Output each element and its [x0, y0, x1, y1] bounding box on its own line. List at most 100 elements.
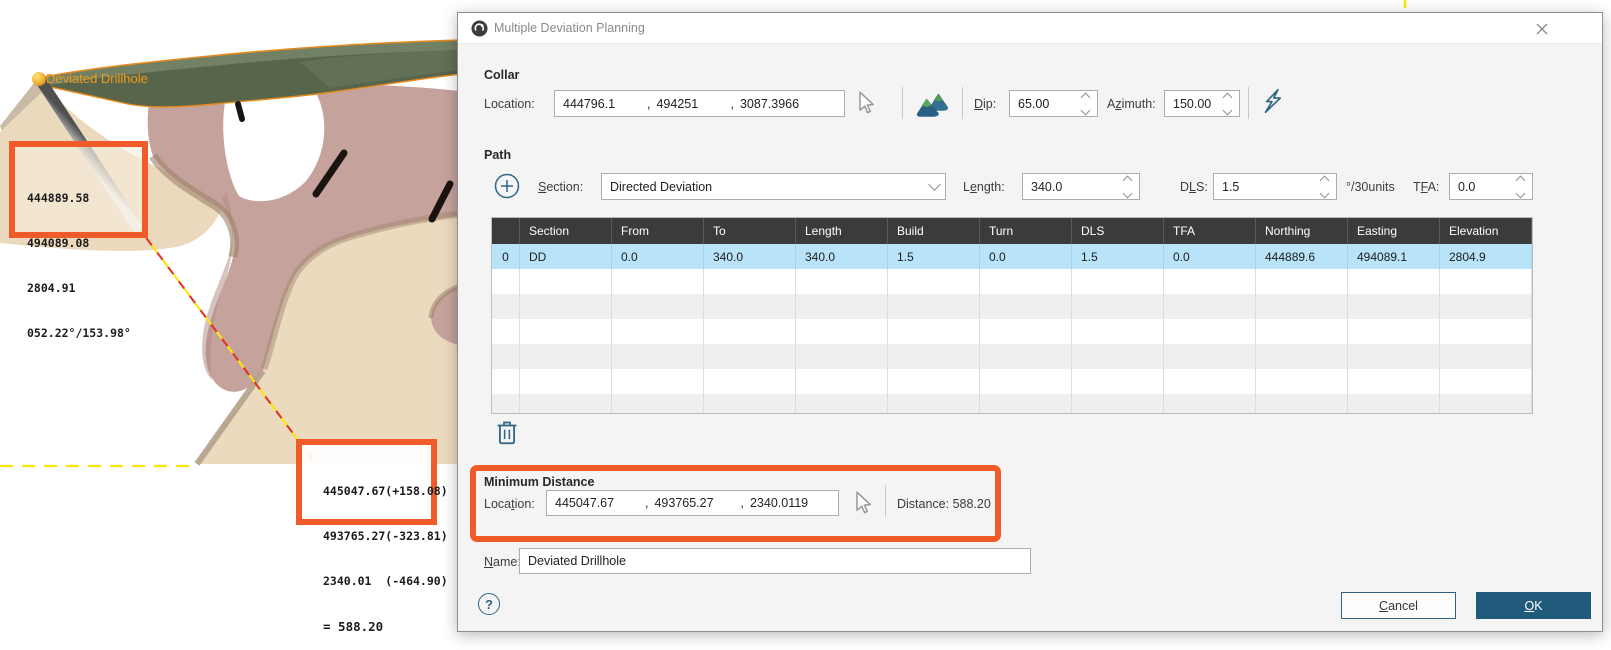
collar-x-value: 444796.1	[563, 97, 641, 111]
tfa-label: TFA:	[1413, 180, 1439, 194]
table-cell[interactable]: 1.5	[888, 244, 980, 269]
drillhole-label: Deviated Drillhole	[46, 71, 148, 86]
annotation-line: 445047.67(+158.08)	[323, 484, 431, 499]
path-table[interactable]: SectionFromToLengthBuildTurnDLSTFANorthi…	[491, 217, 1533, 414]
distance-value-label: Distance: 588.20	[897, 497, 991, 511]
table-cell[interactable]: 340.0	[796, 244, 888, 269]
dip-label: Dip:	[974, 97, 996, 111]
length-spinner[interactable]	[1118, 177, 1133, 197]
dls-label: DLS:	[1180, 180, 1208, 194]
pick-min-distance-cursor-icon[interactable]	[853, 491, 873, 515]
table-cell[interactable]: 1.5	[1072, 244, 1164, 269]
annotation-line: 494089.08	[27, 236, 142, 251]
table-row-empty[interactable]	[492, 394, 1532, 414]
column-header[interactable]: To	[704, 218, 796, 244]
divider	[1248, 87, 1249, 119]
app-logo-icon	[471, 20, 488, 37]
column-header[interactable]: Section	[520, 218, 612, 244]
dip-spinner[interactable]	[1076, 94, 1091, 114]
tfa-input[interactable]: 0.0	[1449, 173, 1533, 200]
azimuth-value: 150.00	[1173, 97, 1211, 111]
collar-annotation-box: 444889.58 494089.08 2804.91 052.22°/153.…	[9, 141, 148, 238]
collar-y-value: 494251	[656, 97, 724, 111]
table-cell[interactable]: 0	[492, 244, 520, 269]
annotation-line: 493765.27(-323.81)	[323, 529, 431, 544]
azimuth-input[interactable]: 150.00	[1164, 90, 1240, 117]
table-cell[interactable]: 494089.1	[1348, 244, 1440, 269]
table-cell[interactable]: DD	[520, 244, 612, 269]
separator: ,	[740, 496, 743, 510]
dls-units-label: °/30units	[1346, 180, 1395, 194]
column-header[interactable]: Easting	[1348, 218, 1440, 244]
column-header[interactable]: Build	[888, 218, 980, 244]
dls-spinner[interactable]	[1315, 177, 1330, 197]
column-header[interactable]: Turn	[980, 218, 1072, 244]
topography-icon[interactable]	[916, 89, 952, 117]
min-distance-annotation-box: 445047.67(+158.08) 493765.27(-323.81) 23…	[296, 439, 437, 525]
column-header[interactable]: Northing	[1256, 218, 1348, 244]
dialog-title: Multiple Deviation Planning	[494, 13, 645, 43]
section-dropdown[interactable]: Directed Deviation	[601, 173, 946, 200]
minimum-distance-section-label: Minimum Distance	[484, 475, 594, 489]
help-icon[interactable]: ?	[478, 593, 500, 615]
add-section-icon[interactable]	[494, 173, 520, 199]
dialog-titlebar[interactable]: Multiple Deviation Planning	[458, 13, 1602, 44]
table-cell[interactable]: 0.0	[1164, 244, 1256, 269]
column-header[interactable]: TFA	[1164, 218, 1256, 244]
azimuth-spinner[interactable]	[1218, 94, 1233, 114]
length-value: 340.0	[1031, 180, 1062, 194]
annotation-total-distance: = 588.20	[323, 619, 431, 634]
min-distance-x-value: 445047.67	[555, 496, 639, 510]
delete-section-icon[interactable]	[495, 419, 519, 445]
table-row-empty[interactable]	[492, 294, 1532, 319]
table-cell[interactable]: 0.0	[612, 244, 704, 269]
table-row-empty[interactable]	[492, 344, 1532, 369]
table-cell[interactable]: 444889.6	[1256, 244, 1348, 269]
name-label: Name:	[484, 555, 521, 569]
column-header[interactable]: Length	[796, 218, 888, 244]
column-header[interactable]	[492, 218, 520, 244]
divider	[902, 87, 903, 119]
dip-input[interactable]: 65.00	[1009, 90, 1098, 117]
min-distance-location-label: Location:	[484, 497, 535, 511]
dls-value: 1.5	[1222, 180, 1239, 194]
cancel-button[interactable]: Cancel	[1341, 592, 1456, 619]
table-row-empty[interactable]	[492, 269, 1532, 294]
table-row-empty[interactable]	[492, 319, 1532, 344]
drillhole-trace	[238, 104, 242, 119]
table-row-empty[interactable]	[492, 369, 1532, 394]
name-input[interactable]: Deviated Drillhole	[519, 548, 1031, 574]
ok-button[interactable]: OK	[1476, 592, 1591, 619]
dialog-multiple-deviation-planning: Multiple Deviation Planning Collar Locat…	[457, 12, 1603, 632]
annotation-line: 052.22°/153.98°	[27, 326, 142, 341]
dip-direction-icon[interactable]	[1261, 88, 1283, 114]
min-distance-z-value: 2340.0119	[750, 496, 808, 510]
dip-value: 65.00	[1018, 97, 1049, 111]
chevron-down-icon	[928, 178, 941, 191]
table-cell[interactable]: 0.0	[980, 244, 1072, 269]
collar-point-sphere[interactable]	[32, 72, 46, 86]
table-cell[interactable]: 340.0	[704, 244, 796, 269]
column-header[interactable]: Elevation	[1440, 218, 1532, 244]
pick-location-cursor-icon[interactable]	[856, 91, 876, 115]
annotation-line: 444889.58	[27, 191, 142, 206]
close-icon[interactable]	[1536, 23, 1548, 35]
collar-location-input[interactable]: 444796.1 , 494251 , 3087.3966	[554, 90, 845, 117]
min-distance-y-value: 493765.27	[654, 496, 734, 510]
column-header[interactable]: From	[612, 218, 704, 244]
length-input[interactable]: 340.0	[1022, 173, 1140, 200]
dls-input[interactable]: 1.5	[1213, 173, 1337, 200]
separator: ,	[647, 97, 650, 111]
length-label: Length:	[963, 180, 1005, 194]
min-distance-location-input[interactable]: 445047.67 , 493765.27 , 2340.0119	[546, 490, 839, 516]
table-header-row: SectionFromToLengthBuildTurnDLSTFANorthi…	[492, 218, 1532, 244]
table-row-selected[interactable]: 0DD0.0340.0340.01.50.01.50.0444889.64940…	[492, 244, 1532, 269]
tfa-spinner[interactable]	[1511, 177, 1526, 197]
column-header[interactable]: DLS	[1072, 218, 1164, 244]
divider	[885, 485, 886, 517]
table-cell[interactable]: 2804.9	[1440, 244, 1532, 269]
separator: ,	[730, 97, 733, 111]
application-window: Deviated Drillhole 444889.58 494089.08 2…	[0, 0, 1611, 650]
section-field-label: Section:	[538, 180, 583, 194]
collar-location-label: Location:	[484, 97, 535, 111]
